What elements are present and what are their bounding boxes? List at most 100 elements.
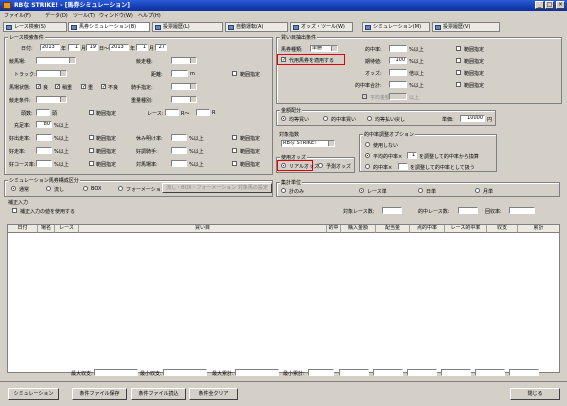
real-odds-radio[interactable] [281,163,286,168]
race-from-input[interactable] [165,109,179,116]
rate-input-6[interactable] [171,160,187,167]
auto-bet-checkbox[interactable]: ✓ [281,57,286,63]
tab-auto-run[interactable]: 自動運転(A) [225,22,288,32]
adj-avg-radio[interactable] [365,153,370,158]
rate-range-6[interactable] [232,161,237,166]
racetype-select[interactable] [171,57,197,64]
predict-odds-radio[interactable] [318,163,323,168]
bet-type-select[interactable]: 単勝 [310,45,338,52]
rate-input-2[interactable] [171,134,187,141]
rate-range-1[interactable] [89,135,94,140]
tab-bet-simulation[interactable]: 馬券シミュレーション(B) [68,22,150,32]
col-point-hit[interactable]: 点的中率 [410,225,445,233]
distance-range-checkbox[interactable] [232,71,237,76]
menu-tool[interactable]: ツール(T) [73,12,95,19]
save-conditions-button[interactable]: 条件ファイル保存 [72,388,127,400]
cond-heavy-checkbox[interactable]: ✓ [81,84,86,90]
sim-flow-radio[interactable] [46,186,51,191]
results-grid[interactable]: 日付 場名 レース 買い目 的中 購入金額 配当金 点的中率 レース的中率 収支… [7,224,560,373]
col-cumulative[interactable]: 累計 [518,225,559,233]
rate-range-5[interactable] [89,161,94,166]
close-window-button[interactable]: 閉じる [510,388,560,400]
to-month-input[interactable]: 1 [136,44,148,51]
menu-help[interactable]: ヘルプ(H) [138,12,161,19]
col-payout[interactable]: 配当金 [376,225,410,233]
adj-none-radio[interactable] [365,142,370,147]
col-hit[interactable]: 的中 [327,225,341,233]
cap-input[interactable] [389,93,407,100]
from-month-input[interactable]: 1 [68,44,80,51]
agg-day-radio[interactable] [418,188,423,193]
distance-input[interactable] [171,70,188,77]
from-year-input[interactable]: 2013 [40,44,60,51]
exp-range[interactable] [456,58,461,63]
sim-formation-radio[interactable] [118,186,123,191]
rate-input-3[interactable] [36,147,52,154]
odds-input[interactable] [389,69,407,76]
odds-range[interactable] [456,70,461,75]
col-amount[interactable]: 購入金額 [341,225,376,233]
rate-input-5[interactable] [36,160,52,167]
agg-race-radio[interactable] [359,188,364,193]
heads-input[interactable] [36,109,50,116]
maximize-button[interactable]: □ [545,1,554,9]
simulation-button[interactable]: シミュレーション [8,388,59,400]
unit-price-input[interactable]: 10000 [460,115,485,122]
cond-slight-checkbox[interactable]: ✓ [55,84,60,90]
agg-total-radio[interactable] [281,188,286,193]
money-hit-radio[interactable] [323,116,328,121]
clear-conditions-button[interactable]: 条件全クリア [189,388,238,400]
rate-range-3[interactable] [89,148,94,153]
weight-select[interactable] [171,96,197,103]
class-select[interactable] [36,96,67,103]
formation-setting-button[interactable]: 流し・BOX・フォーメーション 対象馬の設定 [162,183,272,193]
agg-month-radio[interactable] [475,188,480,193]
col-venue[interactable]: 場名 [38,225,55,233]
col-race-hit[interactable]: レース的中率 [445,225,487,233]
tab-vote-history-2[interactable]: 投票履歴(V) [432,22,500,32]
exp-input[interactable]: 100 [389,57,407,64]
close-button[interactable]: × [556,1,565,9]
tab-odds-tool[interactable]: オッズ・ツール(W) [290,22,353,32]
col-bets[interactable]: 買い目 [79,225,327,233]
sim-box-radio[interactable] [83,186,88,191]
menu-window[interactable]: ウィンドウ(W) [99,12,133,19]
money-payout-radio[interactable] [367,116,372,121]
win-rate-input[interactable] [389,45,407,52]
from-day-input[interactable]: 19 [86,44,98,51]
track-select[interactable] [36,70,67,77]
rate-input-1[interactable] [36,134,52,141]
to-day-input[interactable]: 27 [155,44,167,51]
cap-checkbox[interactable] [362,94,367,99]
rate-range-4[interactable] [232,148,237,153]
cond-bad-checkbox[interactable]: ✓ [101,84,106,90]
rate-range-2[interactable] [232,135,237,140]
total-rate-input[interactable] [389,81,407,88]
fix-checkbox[interactable] [12,208,17,213]
adj-avg-input[interactable]: 1 [407,152,417,159]
win-rate-range[interactable] [456,46,461,51]
sim-normal-radio[interactable] [11,186,16,191]
target-index-select[interactable]: RBな STRIKE! [281,140,335,147]
minimize-button[interactable]: _ [535,1,544,9]
adj-rate-radio[interactable] [365,164,370,169]
tab-race-search[interactable]: レース検索(S) [3,22,67,32]
tab-simulation[interactable]: シミュレーション(M) [362,22,430,32]
total-rate-range[interactable] [456,82,461,87]
col-date[interactable]: 日付 [8,225,38,233]
col-balance[interactable]: 収支 [487,225,518,233]
heads-range-checkbox[interactable] [89,110,94,115]
venue-select[interactable] [36,57,76,64]
menu-data[interactable]: データ(D) [45,12,68,19]
cond-good-checkbox[interactable]: ✓ [36,84,41,90]
load-conditions-button[interactable]: 条件ファイル読込 [131,388,186,400]
rate-input-4[interactable] [171,147,187,154]
col-race[interactable]: レース [55,225,79,233]
race-to-input[interactable] [196,109,210,116]
adj-rate-input[interactable] [398,163,408,170]
jockey-select[interactable] [171,83,197,90]
tab-vote-history[interactable]: 投票履歴(L) [152,22,223,32]
to-year-input[interactable]: 2013 [109,44,129,51]
menu-file[interactable]: ファイル(F) [4,12,31,19]
hit-rate-input[interactable]: 80 [36,121,52,128]
